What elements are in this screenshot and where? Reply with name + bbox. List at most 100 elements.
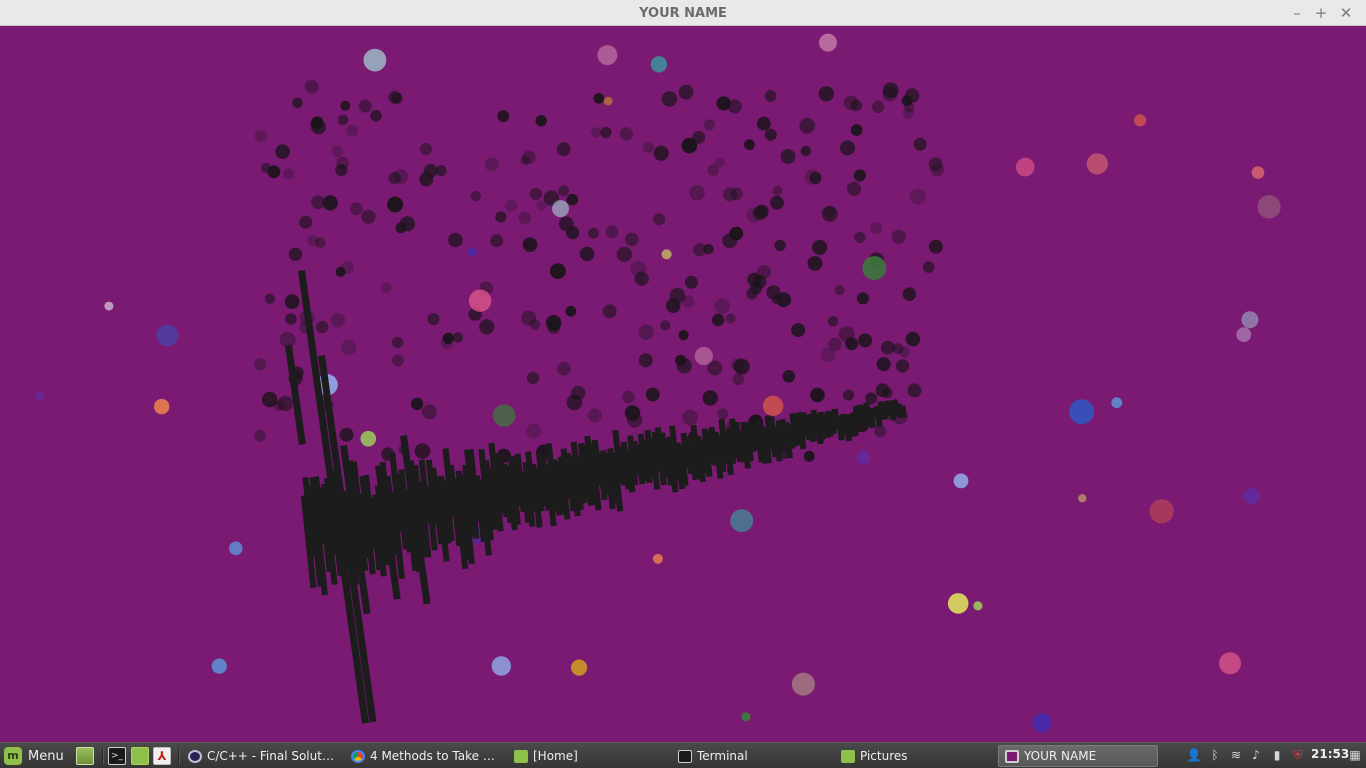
- particle: [591, 127, 602, 138]
- particle: [518, 211, 531, 225]
- folder-icon: [514, 749, 528, 763]
- particle: [520, 155, 531, 166]
- particle: [653, 145, 669, 161]
- particle: [741, 712, 751, 722]
- task-terminal[interactable]: Terminal: [672, 745, 832, 767]
- particle: [638, 324, 654, 340]
- particle: [730, 509, 754, 533]
- particle-layer: [35, 33, 1281, 733]
- particle: [882, 86, 898, 102]
- particle: [622, 390, 635, 404]
- particle: [780, 149, 796, 164]
- particle: [341, 339, 357, 356]
- render-canvas[interactable]: [0, 26, 1366, 742]
- particle: [693, 243, 707, 257]
- clock[interactable]: 21:53: [1311, 747, 1349, 761]
- particle: [838, 326, 855, 342]
- particle: [35, 391, 45, 401]
- task-your-name[interactable]: YOUR NAME: [998, 745, 1158, 767]
- particle: [847, 181, 862, 196]
- particle: [1134, 114, 1147, 127]
- particle: [842, 389, 855, 401]
- linux-mint-icon: m: [4, 747, 22, 765]
- particle: [711, 313, 725, 327]
- user-icon[interactable]: 👤: [1186, 747, 1202, 763]
- particle: [550, 263, 566, 279]
- particle: [605, 225, 619, 239]
- particle: [762, 395, 784, 416]
- window-titlebar[interactable]: YOUR NAME – + ✕: [0, 0, 1366, 26]
- window-title: YOUR NAME: [639, 6, 727, 21]
- particle: [479, 319, 495, 335]
- particle: [717, 408, 729, 420]
- particle: [805, 169, 821, 185]
- particle: [928, 239, 943, 254]
- desktop-icon[interactable]: [76, 747, 94, 765]
- particle: [716, 96, 731, 111]
- task-label: C/C++ - Final Solutio...: [207, 749, 336, 763]
- waveform-layer: [285, 270, 907, 724]
- terminal-icon[interactable]: >_: [108, 747, 126, 765]
- particle: [754, 204, 769, 219]
- particle: [468, 289, 492, 312]
- show-desktop-icon[interactable]: ▦: [1347, 747, 1363, 763]
- particle: [388, 171, 402, 185]
- battery-icon[interactable]: ▮: [1269, 747, 1285, 763]
- task-chrome[interactable]: 4 Methods to Take S...: [345, 745, 505, 767]
- particle: [556, 361, 571, 376]
- pdf-icon[interactable]: ⅄: [153, 747, 171, 765]
- particle: [104, 301, 114, 311]
- particle: [254, 358, 267, 371]
- particle: [827, 316, 839, 327]
- particle: [1257, 195, 1281, 219]
- particle: [892, 343, 904, 355]
- particle: [593, 93, 605, 104]
- particle: [546, 315, 562, 331]
- particle: [803, 450, 815, 462]
- particle: [645, 387, 660, 402]
- update-shield-icon[interactable]: ⛨: [1290, 747, 1306, 763]
- particle: [858, 333, 873, 348]
- particle: [380, 282, 392, 293]
- particle: [702, 390, 718, 406]
- task-home-folder[interactable]: [Home]: [508, 745, 668, 767]
- particle: [288, 247, 303, 261]
- particle: [156, 324, 179, 347]
- task-pictures-folder[interactable]: Pictures: [835, 745, 995, 767]
- close-icon[interactable]: ✕: [1336, 3, 1356, 23]
- bluetooth-icon[interactable]: ᛒ: [1207, 747, 1223, 763]
- menu-button[interactable]: m Menu: [2, 744, 70, 768]
- particle: [903, 108, 914, 120]
- particle: [337, 114, 349, 126]
- particle: [821, 205, 838, 222]
- particle: [603, 96, 613, 106]
- particle: [442, 332, 454, 344]
- volume-icon[interactable]: ♪: [1248, 747, 1264, 763]
- particle: [772, 185, 783, 196]
- task-eclipse[interactable]: C/C++ - Final Solutio...: [182, 745, 342, 767]
- particle: [714, 298, 730, 314]
- particle: [624, 405, 641, 421]
- particle: [834, 285, 845, 296]
- folder-icon[interactable]: [131, 747, 149, 765]
- maximize-icon[interactable]: +: [1311, 3, 1331, 23]
- particle: [732, 373, 745, 386]
- particle: [565, 305, 577, 317]
- particle: [619, 127, 634, 141]
- task-label: 4 Methods to Take S...: [370, 749, 499, 763]
- particle-scene: [35, 33, 1281, 733]
- particle: [895, 359, 910, 373]
- particle: [154, 398, 170, 415]
- particle: [315, 237, 326, 248]
- particle: [493, 404, 516, 427]
- minimize-icon[interactable]: –: [1287, 3, 1307, 23]
- particle: [284, 294, 300, 310]
- wifi-icon[interactable]: ≋: [1228, 747, 1244, 763]
- particle: [399, 216, 415, 232]
- particle: [587, 408, 602, 423]
- particle: [870, 222, 883, 235]
- particle: [349, 202, 363, 216]
- particle: [819, 33, 837, 52]
- particle: [552, 200, 569, 218]
- particle: [526, 423, 541, 439]
